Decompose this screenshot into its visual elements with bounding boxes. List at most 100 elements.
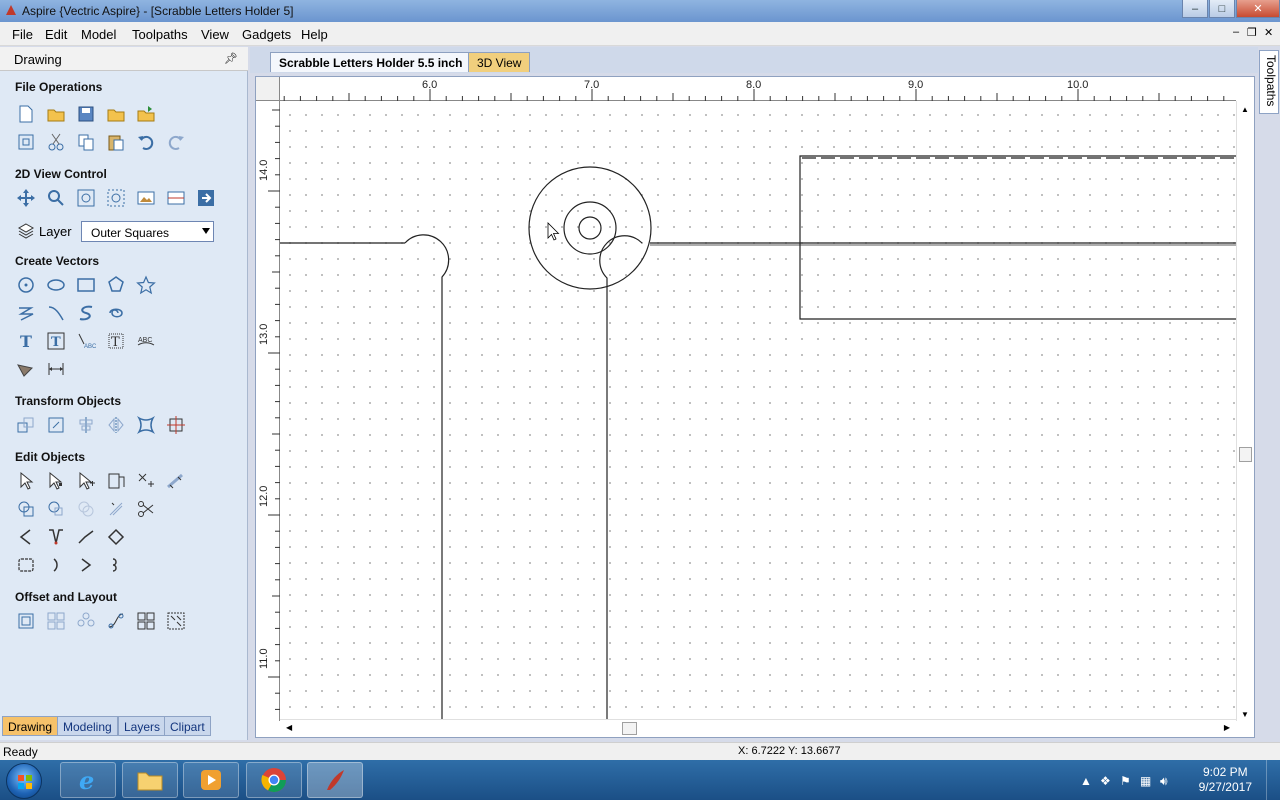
measure-icon[interactable] <box>45 358 67 380</box>
circular-array-icon[interactable] <box>75 610 97 632</box>
nesting-icon[interactable] <box>135 610 157 632</box>
minimize-button[interactable]: – <box>1182 0 1208 18</box>
draw-curve-icon[interactable] <box>45 302 67 324</box>
vertical-scroll-thumb[interactable] <box>1239 447 1252 462</box>
distort-icon[interactable] <box>135 414 157 436</box>
open-folder-icon[interactable] <box>105 103 127 125</box>
selection-tools-icon[interactable] <box>105 470 127 492</box>
tab-modeling[interactable]: Modeling <box>57 716 118 736</box>
save-icon[interactable] <box>75 103 97 125</box>
offset-icon[interactable] <box>15 610 37 632</box>
draw-text-icon[interactable]: T <box>15 330 37 352</box>
close-button[interactable]: ✕ <box>1236 0 1280 18</box>
tab-scrabble-letters-holder[interactable]: Scrabble Letters Holder 5.5 inch <box>270 52 472 72</box>
horizontal-scroll-thumb[interactable] <box>622 722 637 735</box>
taskbar-file-explorer[interactable] <box>122 762 178 798</box>
cut-icon[interactable] <box>45 131 67 153</box>
show-desktop-button[interactable] <box>1266 760 1280 800</box>
mirror-icon[interactable] <box>105 414 127 436</box>
redo-icon[interactable] <box>165 131 187 153</box>
dropbox-icon[interactable]: ❖ <box>1100 774 1111 788</box>
menu-gadgets[interactable]: Gadgets <box>242 27 291 42</box>
menu-help[interactable]: Help <box>301 27 328 42</box>
zoom-material-icon[interactable] <box>105 187 127 209</box>
join-vectors-icon[interactable] <box>15 554 37 576</box>
subtract-icon[interactable] <box>45 498 67 520</box>
nest-icon[interactable] <box>105 554 127 576</box>
ruler-corner[interactable] <box>256 77 280 101</box>
tab-toolpaths[interactable]: Toolpaths <box>1259 50 1279 114</box>
array-copy-icon[interactable] <box>45 610 67 632</box>
select-icon[interactable] <box>15 470 37 492</box>
tab-layers[interactable]: Layers <box>118 716 167 736</box>
draw-polygon-icon[interactable] <box>105 274 127 296</box>
menu-edit[interactable]: Edit <box>45 27 67 42</box>
volume-icon[interactable]: 🔊︎ <box>1160 774 1168 789</box>
measure-tool-icon[interactable] <box>165 470 187 492</box>
draw-spline-icon[interactable] <box>75 302 97 324</box>
scroll-right-icon[interactable]: ▶ <box>1224 723 1230 732</box>
trace-bitmap-icon[interactable] <box>105 302 127 324</box>
scale-icon[interactable] <box>45 414 67 436</box>
maximize-button[interactable]: □ <box>1209 0 1235 18</box>
interactive-transform-icon[interactable] <box>75 470 97 492</box>
menu-model[interactable]: Model <box>81 27 116 42</box>
zoom-box-icon[interactable] <box>45 187 67 209</box>
menu-file[interactable]: File <box>12 27 33 42</box>
job-setup-icon[interactable] <box>15 131 37 153</box>
text-on-curve-icon[interactable]: ABC <box>75 330 97 352</box>
mdi-minimize-icon[interactable]: – <box>1233 26 1239 38</box>
align-objects-icon[interactable] <box>135 470 157 492</box>
scroll-down-icon[interactable]: ▼ <box>1241 710 1249 719</box>
draw-polyline-icon[interactable] <box>15 302 37 324</box>
align-icon[interactable] <box>75 414 97 436</box>
paste-icon[interactable] <box>105 131 127 153</box>
taskbar-aspire[interactable] <box>307 762 363 798</box>
auto-nest-icon[interactable] <box>165 610 187 632</box>
vertical-scrollbar[interactable]: ▲ ▼ <box>1236 101 1254 721</box>
smooth-icon[interactable] <box>75 554 97 576</box>
fillet-icon[interactable] <box>15 526 37 548</box>
open-file-icon[interactable] <box>45 103 67 125</box>
draw-rectangle-icon[interactable] <box>75 274 97 296</box>
close-vector-icon[interactable] <box>105 526 127 548</box>
copy-icon[interactable] <box>75 131 97 153</box>
pin-icon[interactable]: 📌︎ <box>224 52 238 65</box>
move-icon[interactable] <box>15 414 37 436</box>
copy-along-vector-icon[interactable] <box>105 610 127 632</box>
trim-icon[interactable] <box>105 498 127 520</box>
draw-star-icon[interactable] <box>135 274 157 296</box>
pan-icon[interactable] <box>15 187 37 209</box>
chamfer-icon[interactable] <box>45 526 67 548</box>
auto-layout-text-icon[interactable]: T <box>45 330 67 352</box>
import-icon[interactable] <box>135 103 157 125</box>
split-view-icon[interactable] <box>165 187 187 209</box>
scroll-left-icon[interactable]: ◀ <box>286 723 292 732</box>
draw-dimension-icon[interactable] <box>15 358 37 380</box>
intersect-icon[interactable] <box>75 498 97 520</box>
taskbar-media-player[interactable] <box>183 762 239 798</box>
view-image-icon[interactable] <box>135 187 157 209</box>
tab-clipart[interactable]: Clipart <box>164 716 211 736</box>
tab-drawing[interactable]: Drawing <box>2 716 59 736</box>
extend-icon[interactable] <box>75 526 97 548</box>
undo-icon[interactable] <box>135 131 157 153</box>
draw-ellipse-icon[interactable] <box>45 274 67 296</box>
tab-3d-view[interactable]: 3D View <box>468 52 531 72</box>
scroll-up-icon[interactable]: ▲ <box>1241 105 1249 114</box>
taskbar-internet-explorer[interactable]: e <box>60 762 116 798</box>
new-file-icon[interactable] <box>15 103 37 125</box>
show-hidden-icons-icon[interactable]: ▲ <box>1080 774 1092 788</box>
mdi-close-icon[interactable]: ✕ <box>1264 26 1273 39</box>
toggle-view-icon[interactable] <box>195 187 217 209</box>
node-edit-icon[interactable] <box>45 470 67 492</box>
menu-view[interactable]: View <box>201 27 229 42</box>
draw-circle-icon[interactable] <box>15 274 37 296</box>
horizontal-scrollbar[interactable]: ◀ ▶ <box>280 719 1236 737</box>
mdi-restore-icon[interactable]: ❐ <box>1247 26 1257 39</box>
menu-toolpaths[interactable]: Toolpaths <box>132 27 188 42</box>
zoom-extents-icon[interactable] <box>75 187 97 209</box>
drawing-area[interactable] <box>280 101 1236 721</box>
start-button[interactable] <box>6 763 42 799</box>
weld-icon[interactable] <box>15 498 37 520</box>
